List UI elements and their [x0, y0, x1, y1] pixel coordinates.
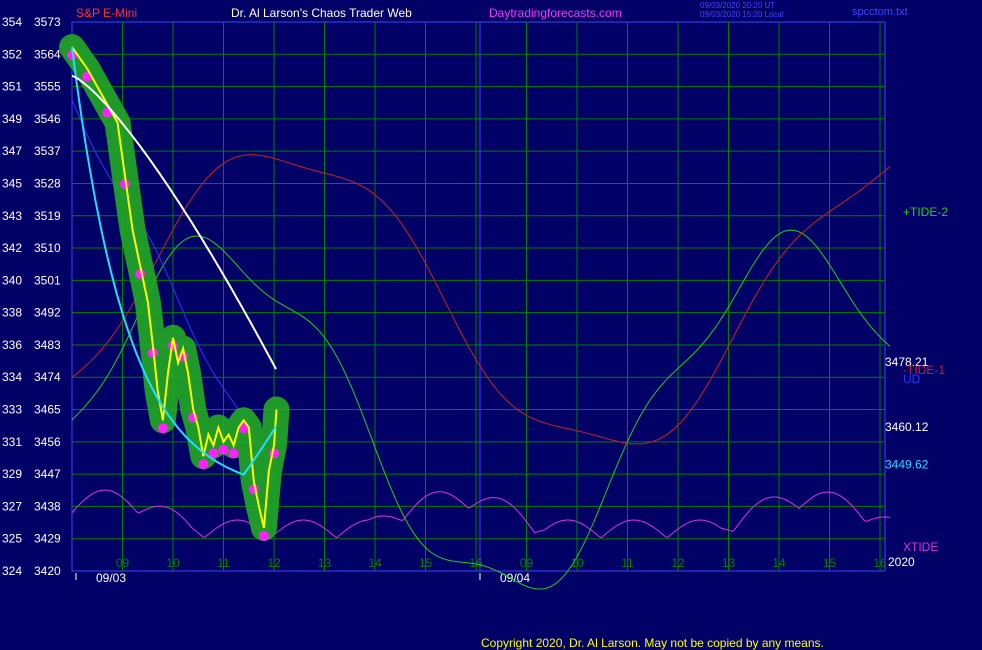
y-tick-outer: 342 [2, 241, 22, 255]
x-tick-hour: 11 [621, 556, 634, 570]
grid [72, 22, 885, 571]
y-tick-inner: 3465 [34, 403, 61, 417]
y-tick-outer: 338 [2, 306, 22, 320]
y-tick-inner: 3447 [34, 467, 61, 481]
plot-frame [71, 21, 886, 572]
y-tick-outer: 349 [2, 112, 22, 126]
y-tick-outer: 352 [2, 47, 22, 61]
x-tick-hour: 09 [520, 556, 534, 570]
y-tick-outer: 331 [2, 435, 22, 449]
y-tick-inner: 3474 [34, 370, 61, 384]
file-label: spcctom.txt [852, 6, 908, 18]
y-tick-inner: 3501 [34, 273, 61, 287]
x-tick-hour: 13 [722, 556, 736, 570]
y-tick-outer: 347 [2, 144, 22, 158]
x-date-label: 09/04 [500, 571, 530, 585]
chaos-trader-chart: S&P E-Mini Dr. Al Larson's Chaos Trader … [2, 1, 948, 650]
y-tick-inner: 3573 [34, 15, 61, 29]
y-tick-outer: 325 [2, 532, 22, 546]
y-tick-inner: 3546 [34, 112, 61, 126]
copyright: Copyright 2020, Dr. Al Larson. May not b… [481, 636, 824, 650]
symbol-label: S&P E-Mini [76, 6, 137, 20]
y-tick-inner: 3528 [34, 176, 61, 190]
y-tick-outer: 334 [2, 370, 22, 384]
x-tick-hour: 16 [873, 556, 887, 570]
x-tick-hour: 10 [570, 556, 584, 570]
price-dot [218, 444, 229, 455]
price-dot [258, 530, 269, 541]
x-tick-hour: 14 [368, 556, 382, 570]
x-tick-hour: 12 [671, 556, 685, 570]
site-link[interactable]: Daytradingforecasts.com [489, 6, 622, 20]
x-tick-hour: 14 [772, 556, 786, 570]
y-tick-outer: 343 [2, 209, 22, 223]
x-tick-hour: 13 [318, 556, 332, 570]
x-tick-hour: 15 [823, 556, 837, 570]
xtide-line [71, 489, 891, 539]
chart-title: Dr. Al Larson's Chaos Trader Web [231, 6, 412, 20]
x-tick-hour: 09 [116, 556, 130, 570]
legend-tide-plus: +TIDE-2 [903, 205, 948, 219]
timestamp-local: 09/03/2020 15:20 Local [700, 10, 784, 19]
y-tick-inner: 3456 [34, 435, 61, 449]
price-dot [157, 423, 168, 434]
x-tick-hour: 11 [217, 556, 230, 570]
y-tick-inner: 3519 [34, 209, 61, 223]
y-tick-inner: 3492 [34, 306, 61, 320]
y-tick-outer: 333 [2, 403, 22, 417]
right-value-label: 3449.62 [885, 458, 929, 472]
y-axis-labels: 354 3573 352 3564 351 3555 349 3546 347 3537 345 35… [2, 15, 61, 578]
y-tick-inner: 3537 [34, 144, 61, 158]
y-tick-outer: 351 [2, 80, 22, 94]
timestamp-ut: 09/03/2020 20:20 UT [700, 1, 775, 10]
x-tick-hour: 15 [419, 556, 433, 570]
series-layer [59, 34, 891, 590]
legend-ud: UD [903, 372, 921, 386]
y-tick-inner: 3420 [34, 564, 61, 578]
y-tick-inner: 3438 [34, 499, 61, 513]
y-tick-outer: 345 [2, 176, 22, 190]
y-tick-inner: 3510 [34, 241, 61, 255]
x-date-label: 09/03 [96, 571, 126, 585]
y-tick-outer: 340 [2, 273, 22, 287]
y-tick-outer: 324 [2, 564, 22, 578]
right-value-label: 3460.12 [885, 420, 929, 434]
price-dot [228, 448, 239, 459]
y-tick-outer: 336 [2, 338, 22, 352]
y-tick-inner: 3564 [34, 47, 61, 61]
price-dot [198, 459, 209, 470]
y-tick-outer: 354 [2, 15, 22, 29]
year-label: 2020 [888, 555, 915, 569]
y-tick-inner: 3483 [34, 338, 61, 352]
y-tick-outer: 327 [2, 499, 22, 513]
legend-xtide: XTIDE [903, 540, 938, 554]
y-tick-inner: 3555 [34, 80, 61, 94]
x-tick-hour: 10 [166, 556, 180, 570]
x-tick-hour: 12 [267, 556, 281, 570]
y-tick-outer: 329 [2, 467, 22, 481]
y-tick-inner: 3429 [34, 532, 61, 546]
